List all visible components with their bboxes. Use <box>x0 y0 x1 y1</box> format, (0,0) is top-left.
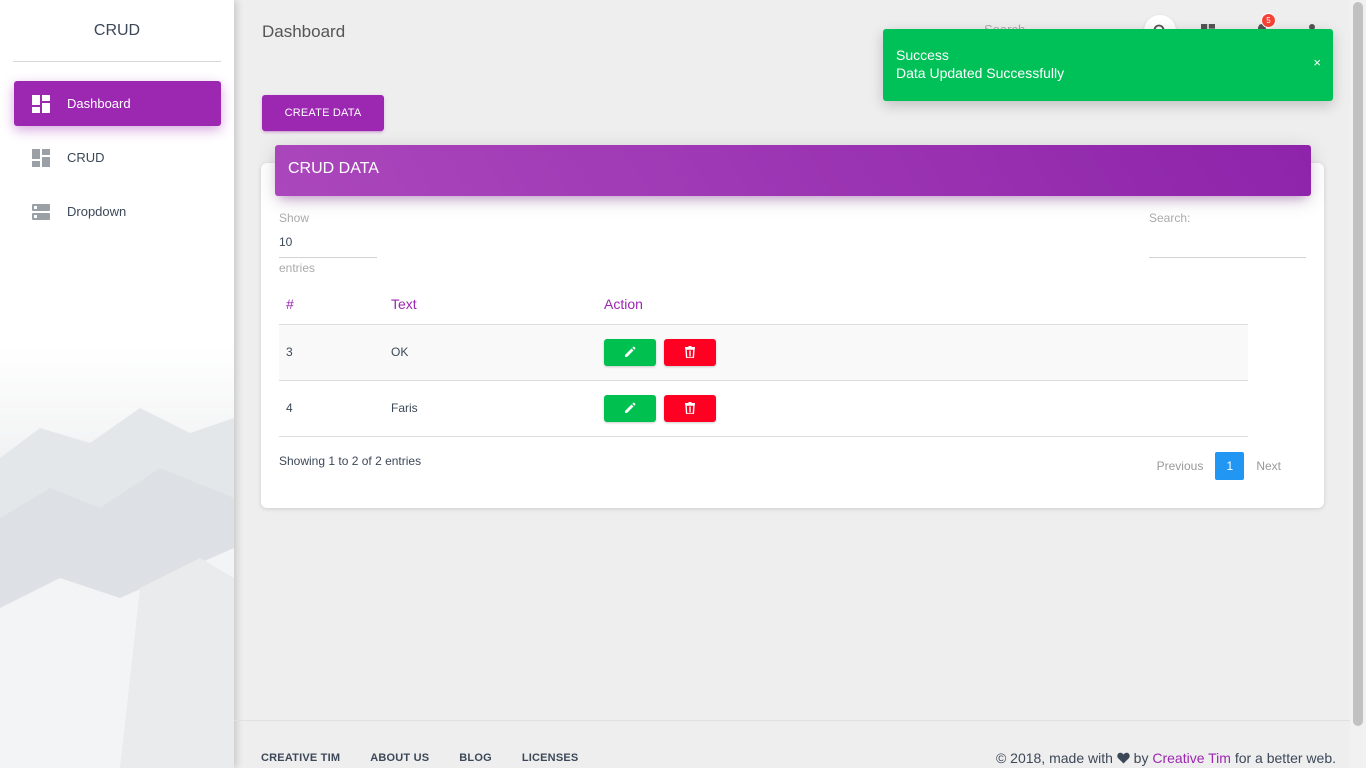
row-text: Faris <box>391 380 604 437</box>
storage-icon <box>32 203 50 221</box>
sidebar-item-crud[interactable]: CRUD <box>14 135 221 180</box>
pagination: Previous 1 Next <box>1147 452 1291 480</box>
pagination-previous[interactable]: Previous <box>1147 459 1214 473</box>
copyright: © 2018, made with by Creative Tim for a … <box>996 750 1336 766</box>
copyright-by: by <box>1133 750 1149 766</box>
create-data-button[interactable]: CREATE DATA <box>262 95 384 131</box>
toast-title: Success <box>896 47 949 63</box>
sidebar-item-label: Dashboard <box>67 96 131 111</box>
footer-link-blog[interactable]: BLOG <box>459 752 492 764</box>
footer-link-about-us[interactable]: ABOUT US <box>370 752 429 764</box>
table-info: Showing 1 to 2 of 2 entries <box>279 454 422 468</box>
show-label: Show <box>279 211 310 225</box>
pencil-icon <box>625 346 636 357</box>
table-row: 3 OK <box>279 324 1248 381</box>
row-id: 4 <box>279 380 391 437</box>
table-row: 4 Faris <box>279 380 1248 437</box>
row-id: 3 <box>279 324 391 381</box>
column-header-number[interactable]: # <box>279 285 391 325</box>
toast-message: Data Updated Successfully <box>896 65 1065 81</box>
toast-close-button[interactable]: × <box>1313 55 1321 70</box>
pencil-icon <box>625 402 636 413</box>
crud-data-card: CRUD DATA Show 10 entries Search: # Text… <box>261 145 1324 508</box>
row-actions <box>604 324 1248 381</box>
copyright-suffix: for a better web. <box>1234 750 1336 766</box>
sidebar-brand[interactable]: CRUD <box>13 0 221 62</box>
search-label: Search: <box>1149 211 1191 225</box>
column-header-action[interactable]: Action <box>604 285 1248 325</box>
footer: CREATIVE TIM ABOUT US BLOG LICENSES © 20… <box>234 720 1350 768</box>
dashboard-icon <box>32 94 50 113</box>
heart-icon <box>1117 752 1130 764</box>
crud-table: # Text Action 3 OK 4 Faris <box>279 285 1248 437</box>
trash-icon <box>685 346 696 358</box>
footer-link-licenses[interactable]: LICENSES <box>522 752 579 764</box>
page-title[interactable]: Dashboard <box>262 22 345 42</box>
sidebar-background-image <box>0 408 234 768</box>
edit-button[interactable] <box>604 338 656 366</box>
entries-label: entries <box>279 261 316 275</box>
copyright-link[interactable]: Creative Tim <box>1152 750 1231 766</box>
column-header-text[interactable]: Text <box>391 285 604 325</box>
sidebar-item-dashboard[interactable]: Dashboard <box>14 81 221 126</box>
footer-links: CREATIVE TIM ABOUT US BLOG LICENSES <box>261 752 608 764</box>
footer-link-creative-tim[interactable]: CREATIVE TIM <box>261 752 340 764</box>
pagination-next[interactable]: Next <box>1246 459 1291 473</box>
sidebar: CRUD Dashboard CRUD Dropdown <box>0 0 234 768</box>
dashboard-icon <box>32 148 50 167</box>
notification-badge: 5 <box>1261 13 1276 28</box>
copyright-prefix: © 2018, made with <box>995 750 1113 766</box>
entries-length-select[interactable]: 10 <box>279 233 377 258</box>
sidebar-item-dropdown[interactable]: Dropdown <box>14 189 221 234</box>
card-header: CRUD DATA <box>275 145 1311 196</box>
page-scrollbar[interactable] <box>1350 0 1366 768</box>
table-header-row: # Text Action <box>279 285 1248 325</box>
row-text: OK <box>391 324 604 381</box>
row-actions <box>604 380 1248 437</box>
pagination-page-1[interactable]: 1 <box>1215 452 1245 480</box>
table-search-input[interactable] <box>1149 229 1306 258</box>
sidebar-item-label: CRUD <box>67 150 105 165</box>
delete-button[interactable] <box>664 338 717 366</box>
delete-button[interactable] <box>664 394 717 422</box>
sidebar-nav: Dashboard CRUD Dropdown <box>0 62 234 234</box>
sidebar-item-label: Dropdown <box>67 204 127 219</box>
scrollbar-thumb[interactable] <box>1353 2 1363 726</box>
card-title: CRUD DATA <box>288 160 379 177</box>
edit-button[interactable] <box>604 394 656 422</box>
trash-icon <box>685 402 696 414</box>
success-toast: Success Data Updated Successfully × <box>883 29 1333 101</box>
